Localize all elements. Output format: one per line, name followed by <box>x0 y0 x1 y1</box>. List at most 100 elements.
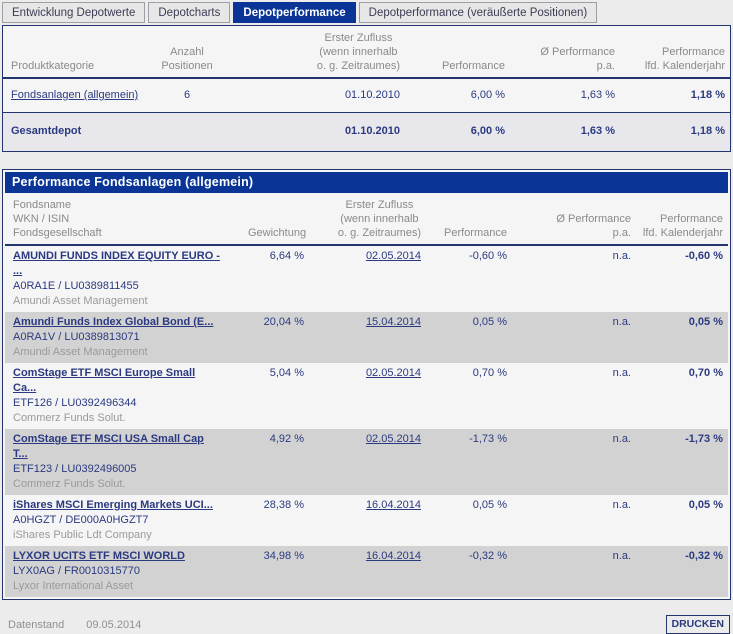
fund-company: Commerz Funds Solut. <box>13 478 126 490</box>
column-header: Fondsname WKN / ISIN Fondsgesellschaft <box>5 193 243 246</box>
fund-row: LYXOR UCITS ETF MSCI WORLD LYX0AG / FR001… <box>5 546 728 597</box>
wkn-isin: ETF123 / LU0392496005 <box>13 463 137 475</box>
wkn-isin: A0HGZT / DE000A0HGZT7 <box>13 514 149 526</box>
fund-company: Amundi Asset Management <box>13 346 148 358</box>
first-inflow-cell: 15.04.2014 <box>309 312 426 363</box>
summary-table-header: Produktkategorie Anzahl Positionen Erster … <box>3 26 730 79</box>
performance-ytd-cell: 1,18 % <box>620 78 730 113</box>
column-header: Anzahl Positionen <box>153 26 221 79</box>
column-header: Produktkategorie <box>3 26 153 79</box>
first-inflow-cell: 02.05.2014 <box>309 363 426 429</box>
weight-cell: 5,04 % <box>269 367 304 379</box>
first-inflow-cell: 01.10.2010 <box>344 125 400 137</box>
column-header: Gewichtung <box>243 193 309 246</box>
fund-company: Commerz Funds Solut. <box>13 412 126 424</box>
performance-cell: 0,70 % <box>472 367 507 379</box>
weight-cell: 28,38 % <box>263 499 304 511</box>
first-inflow-cell: 01.10.2010 <box>221 78 405 113</box>
column-header: Performance lfd. Kalenderjahr <box>620 26 730 79</box>
tab-depotperformance[interactable]: Depotperformance <box>233 2 356 23</box>
wkn-isin: ETF126 / LU0392496344 <box>13 397 137 409</box>
fund-name-link[interactable]: iShares MSCI Emerging Markets UCI... <box>13 498 238 513</box>
fund-name-link[interactable]: ComStage ETF MSCI Europe Small Ca... <box>13 366 238 396</box>
fund-name-link[interactable]: ComStage ETF MSCI USA Small Cap T... <box>13 432 238 462</box>
tab-bar: Entwicklung Depotwerte Depotcharts Depotpe… <box>0 0 733 23</box>
first-inflow-cell: 02.05.2014 <box>309 245 426 312</box>
performance-ytd-cell: 1,18 % <box>690 125 725 137</box>
fund-row: AMUNDI FUNDS INDEX EQUITY EURO - ... A0RA… <box>5 245 728 312</box>
summary-table: Produktkategorie Anzahl Positionen Erster … <box>3 26 730 151</box>
column-header: Performance <box>405 26 510 79</box>
datenstand-value: 09.05.2014 <box>86 618 142 631</box>
weight-cell: 6,64 % <box>269 250 304 262</box>
category-cell: Gesamtdepot <box>3 113 153 152</box>
positions-cell <box>153 113 221 152</box>
column-header: Ø Performance p.a. <box>512 193 636 246</box>
fund-company: iShares Public Ldt Company <box>13 529 152 541</box>
fund-name-link[interactable]: LYXOR UCITS ETF MSCI WORLD <box>13 549 238 564</box>
first-inflow-link[interactable]: 02.05.2014 <box>366 367 421 379</box>
first-inflow-link[interactable]: 02.05.2014 <box>366 433 421 445</box>
footer: Datenstand 09.05.2014 DRUCKEN <box>8 615 730 634</box>
column-header: Performance lfd. Kalenderjahr <box>636 193 728 246</box>
first-inflow-cell: 16.04.2014 <box>309 495 426 546</box>
first-inflow-link[interactable]: 15.04.2014 <box>366 316 421 328</box>
weight-cell: 4,92 % <box>269 433 304 445</box>
detail-panel-title: Performance Fondsanlagen (allgemein) <box>5 172 728 193</box>
tab-depotcharts[interactable]: Depotcharts <box>148 2 231 23</box>
performance-pa-cell: n.a. <box>612 550 631 562</box>
performance-pa-cell: 1,63 % <box>580 125 615 137</box>
first-inflow-link[interactable]: 16.04.2014 <box>366 550 421 562</box>
detail-panel: Performance Fondsanlagen (allgemein) Fon… <box>2 169 731 600</box>
print-button[interactable]: DRUCKEN <box>665 615 730 634</box>
performance-cell: 0,05 % <box>472 499 507 511</box>
performance-pa-cell: n.a. <box>612 499 631 511</box>
fund-row: ComStage ETF MSCI Europe Small Ca... ETF1… <box>5 363 728 429</box>
first-inflow-cell: 02.05.2014 <box>309 429 426 495</box>
table-row: Gesamtdepot 01.10.2010 6,00 % 1,63 % 1,18 % <box>3 112 730 152</box>
wkn-isin: LYX0AG / FR0010315770 <box>13 565 140 577</box>
performance-pa-cell: 1,63 % <box>510 78 620 113</box>
performance-ytd-cell: 0,05 % <box>688 316 723 328</box>
first-inflow-link[interactable]: 16.04.2014 <box>366 499 421 511</box>
category-link[interactable]: Fondsanlagen (allgemein) <box>11 89 138 101</box>
fund-cell: iShares MSCI Emerging Markets UCI... A0HG… <box>5 495 243 546</box>
first-inflow-link[interactable]: 02.05.2014 <box>366 250 421 262</box>
column-header: Erster Zufluss (wenn innerhalb o. g. Zei… <box>221 26 405 79</box>
fund-row: Amundi Funds Index Global Bond (E... A0RA… <box>5 312 728 363</box>
fund-cell: ComStage ETF MSCI USA Small Cap T... ETF1… <box>5 429 243 495</box>
performance-ytd-cell: 0,70 % <box>688 367 723 379</box>
performance-pa-cell: n.a. <box>612 250 631 262</box>
fund-row: ComStage ETF MSCI USA Small Cap T... ETF1… <box>5 429 728 495</box>
fund-cell: Amundi Funds Index Global Bond (E... A0RA… <box>5 312 243 363</box>
fund-name-link[interactable]: Amundi Funds Index Global Bond (E... <box>13 315 238 330</box>
fund-company: Lyxor International Asset <box>13 580 134 592</box>
detail-table: Fondsname WKN / ISIN Fondsgesellschaft Ge… <box>5 193 728 597</box>
fund-name-link[interactable]: AMUNDI FUNDS INDEX EQUITY EURO - ... <box>13 249 238 279</box>
performance-ytd-cell: -1,73 % <box>685 433 723 445</box>
fund-company: Amundi Asset Management <box>13 295 148 307</box>
fund-cell: LYXOR UCITS ETF MSCI WORLD LYX0AG / FR001… <box>5 546 243 597</box>
detail-table-header: Fondsname WKN / ISIN Fondsgesellschaft Ge… <box>5 193 728 246</box>
performance-ytd-cell: -0,32 % <box>685 550 723 562</box>
performance-cell: -0,60 % <box>469 250 507 262</box>
performance-cell: 0,05 % <box>472 316 507 328</box>
performance-pa-cell: n.a. <box>612 367 631 379</box>
performance-cell: -1,73 % <box>469 433 507 445</box>
performance-pa-cell: n.a. <box>612 433 631 445</box>
performance-ytd-cell: 0,05 % <box>688 499 723 511</box>
tab-entwicklung-depotwerte[interactable]: Entwicklung Depotwerte <box>2 2 146 23</box>
tab-depotperformance-ver-u-erte-positionen[interactable]: Depotperformance (veräußerte Positionen) <box>358 2 598 23</box>
column-header: Performance <box>426 193 512 246</box>
first-inflow-cell: 16.04.2014 <box>309 546 426 597</box>
performance-ytd-cell: -0,60 % <box>685 250 723 262</box>
performance-cell: 6,00 % <box>470 125 505 137</box>
column-header: Ø Performance p.a. <box>510 26 620 79</box>
column-header-text: Erster Zufluss (wenn innerhalb o. g. Zei… <box>316 32 400 72</box>
wkn-isin: A0RA1E / LU0389811455 <box>13 280 139 292</box>
weight-cell: 34,98 % <box>263 550 304 562</box>
wkn-isin: A0RA1V / LU0389813071 <box>13 331 140 343</box>
category-label: Gesamtdepot <box>11 125 82 137</box>
performance-cell: 6,00 % <box>405 78 510 113</box>
performance-cell: -0,32 % <box>469 550 507 562</box>
